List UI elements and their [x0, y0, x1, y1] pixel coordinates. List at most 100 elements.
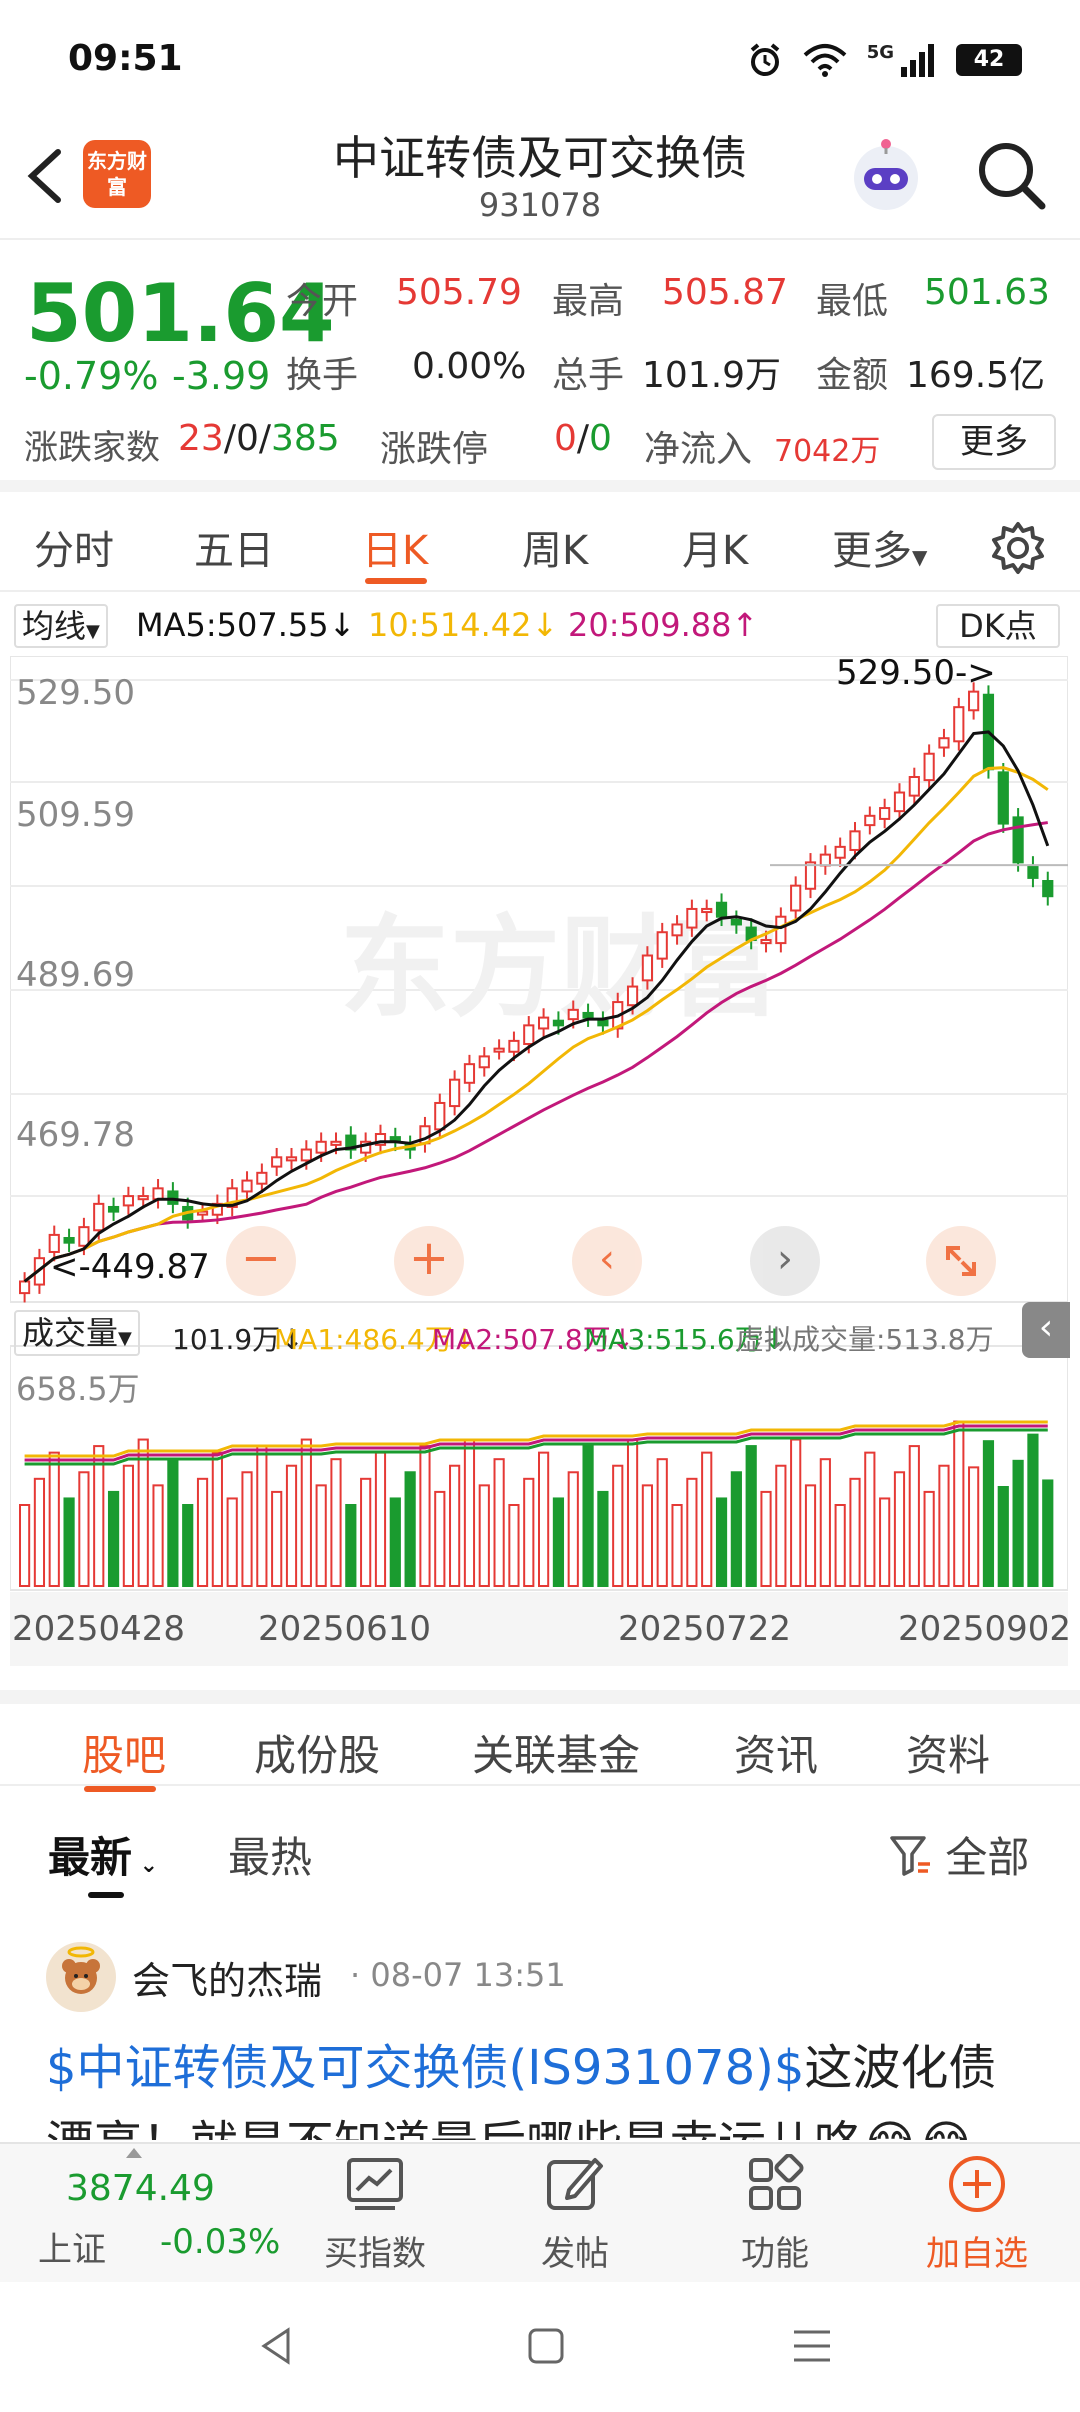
functions-label: 功能 [741, 2234, 809, 2274]
candle [656, 931, 668, 960]
settings-gear-icon[interactable] [990, 520, 1046, 576]
volume-bar [819, 1458, 831, 1588]
robot-assistant-icon[interactable] [846, 136, 926, 216]
zoom-out-button[interactable]: − [226, 1226, 296, 1296]
collapse-panel-button[interactable]: ‹ [1022, 1302, 1070, 1358]
volume-bar [360, 1477, 372, 1587]
candle [152, 1187, 164, 1201]
volume-bar [19, 1504, 31, 1587]
nav-home-icon[interactable] [526, 2326, 566, 2366]
kline-chart[interactable]: 东方财富 529.50 509.59 489.69 469.78 529.50-> <-44… [10, 656, 1068, 1666]
tab-constituents[interactable]: 成份股 [254, 1722, 380, 1783]
caret-up-icon [126, 2148, 142, 2158]
volume-bar [33, 1477, 46, 1587]
candle [63, 1237, 75, 1244]
tab-news[interactable]: 资讯 [734, 1722, 818, 1783]
volume-bar [908, 1445, 920, 1587]
candle [285, 1156, 298, 1162]
volume-selector[interactable]: 成交量▼ [14, 1310, 140, 1356]
functions-button[interactable]: 功能 [700, 2153, 850, 2275]
post-stock-link[interactable]: $中证转债及可交换债(IS931078)$ [46, 2040, 804, 2096]
tab-intraday[interactable]: 分时 [34, 518, 114, 576]
buy-index-button[interactable]: 买指数 [300, 2154, 450, 2275]
post-author[interactable]: 会飞的杰瑞 [132, 1950, 322, 2005]
status-icons: 5G 42 [747, 40, 1022, 80]
volume-bar [582, 1445, 594, 1587]
add-watchlist-button[interactable]: 加自选 [902, 2154, 1052, 2275]
ma-selector[interactable]: 均线▼ [14, 604, 108, 648]
date-axis-label: 20250902 [898, 1609, 1068, 1649]
volume-bar [78, 1471, 90, 1587]
fullscreen-button[interactable] [926, 1226, 996, 1296]
volume-bar [285, 1464, 298, 1588]
volume-bar [879, 1497, 891, 1587]
sort-hot[interactable]: 最热 [228, 1824, 312, 1885]
filter-icon [890, 1836, 930, 1876]
content-tabs: 股吧 成份股 关联基金 资讯 资料 [0, 1690, 1080, 1792]
amount-value: 169.5亿 [906, 355, 1046, 396]
candle [641, 954, 653, 982]
post-text-line2: 漂亮！就是不知道最后哪些是幸运儿咯😂😂 [46, 2116, 974, 2140]
author-avatar[interactable] [46, 1942, 116, 2012]
index-change: -0.03% [160, 2222, 281, 2262]
expand-icon [946, 1246, 976, 1276]
filter-button[interactable]: 全部 [888, 1824, 1029, 1885]
volume-bar [612, 1464, 624, 1588]
candle [1042, 880, 1054, 898]
volume-bar [849, 1477, 861, 1587]
candle [908, 776, 920, 797]
bottom-toolbar: 3874.49 上证 -0.03% 买指数 发帖 功能 加自选 [0, 2142, 1080, 2282]
volume-bar [745, 1445, 757, 1587]
tab-five-day[interactable]: 五日 [194, 518, 274, 576]
candle [893, 791, 906, 813]
post-item[interactable]: 会飞的杰瑞 · 08-07 13:51 $中证转债及可交换债(IS931078)… [0, 1910, 1080, 2140]
search-icon[interactable] [976, 140, 1048, 212]
candle [671, 923, 683, 937]
price-axis-label: 509.59 [16, 795, 135, 835]
candle [449, 1078, 461, 1108]
tab-profile[interactable]: 资料 [906, 1722, 990, 1783]
volume-bar [93, 1445, 105, 1587]
market-index-widget[interactable]: 3874.49 上证 -0.03% [0, 2144, 280, 2284]
volume-bar [538, 1451, 550, 1587]
content-tab-indicator [84, 1786, 156, 1792]
ma10-value: 10:514.42↓ [368, 606, 559, 644]
candle [493, 1047, 505, 1053]
tab-daily-k[interactable]: 日K [362, 518, 428, 576]
more-quote-button[interactable]: 更多 [932, 414, 1056, 470]
breadth-label: 涨跌家数 [24, 428, 160, 468]
turnover-value: 0.00% [412, 346, 527, 387]
date-axis-label: 20250610 [258, 1609, 431, 1649]
candle [968, 690, 980, 712]
tab-monthly-k[interactable]: 月K [682, 518, 748, 576]
volume-bar [1012, 1459, 1024, 1587]
tab-weekly-k[interactable]: 周K [522, 518, 588, 576]
volume-bar [300, 1438, 312, 1588]
scroll-left-button[interactable]: ‹ [572, 1226, 642, 1296]
candle [1012, 816, 1024, 864]
dk-point-button[interactable]: DK点 [936, 604, 1060, 648]
volume-bar [211, 1451, 223, 1587]
scroll-right-button[interactable]: › [750, 1226, 820, 1296]
post-button[interactable]: 发帖 [500, 2154, 650, 2275]
active-tab-indicator [365, 578, 427, 584]
volume-bar [404, 1471, 416, 1587]
candle [849, 830, 861, 851]
volume-bar [656, 1458, 668, 1588]
volume-bar [241, 1471, 253, 1587]
volume-bar [389, 1497, 401, 1587]
volume-bar [893, 1471, 906, 1587]
candle [330, 1140, 342, 1146]
zoom-in-button[interactable]: + [394, 1226, 464, 1296]
candle [137, 1195, 149, 1201]
post-content[interactable]: $中证转债及可交换债(IS931078)$这波化债漂亮！就是不知道最后哪些是幸运… [46, 2030, 1046, 2140]
tab-stock-bar[interactable]: 股吧 [82, 1722, 166, 1783]
volume-axis-label: 658.5万 [16, 1370, 140, 1408]
volume-bar [641, 1484, 653, 1588]
tab-related-funds[interactable]: 关联基金 [472, 1722, 640, 1783]
tab-more[interactable]: 更多▼ [832, 518, 927, 576]
sort-latest[interactable]: 最新 ⌄ [48, 1824, 158, 1885]
nav-menu-icon[interactable] [792, 2326, 832, 2366]
volume-bar [938, 1464, 950, 1588]
nav-back-icon[interactable] [256, 2326, 296, 2366]
